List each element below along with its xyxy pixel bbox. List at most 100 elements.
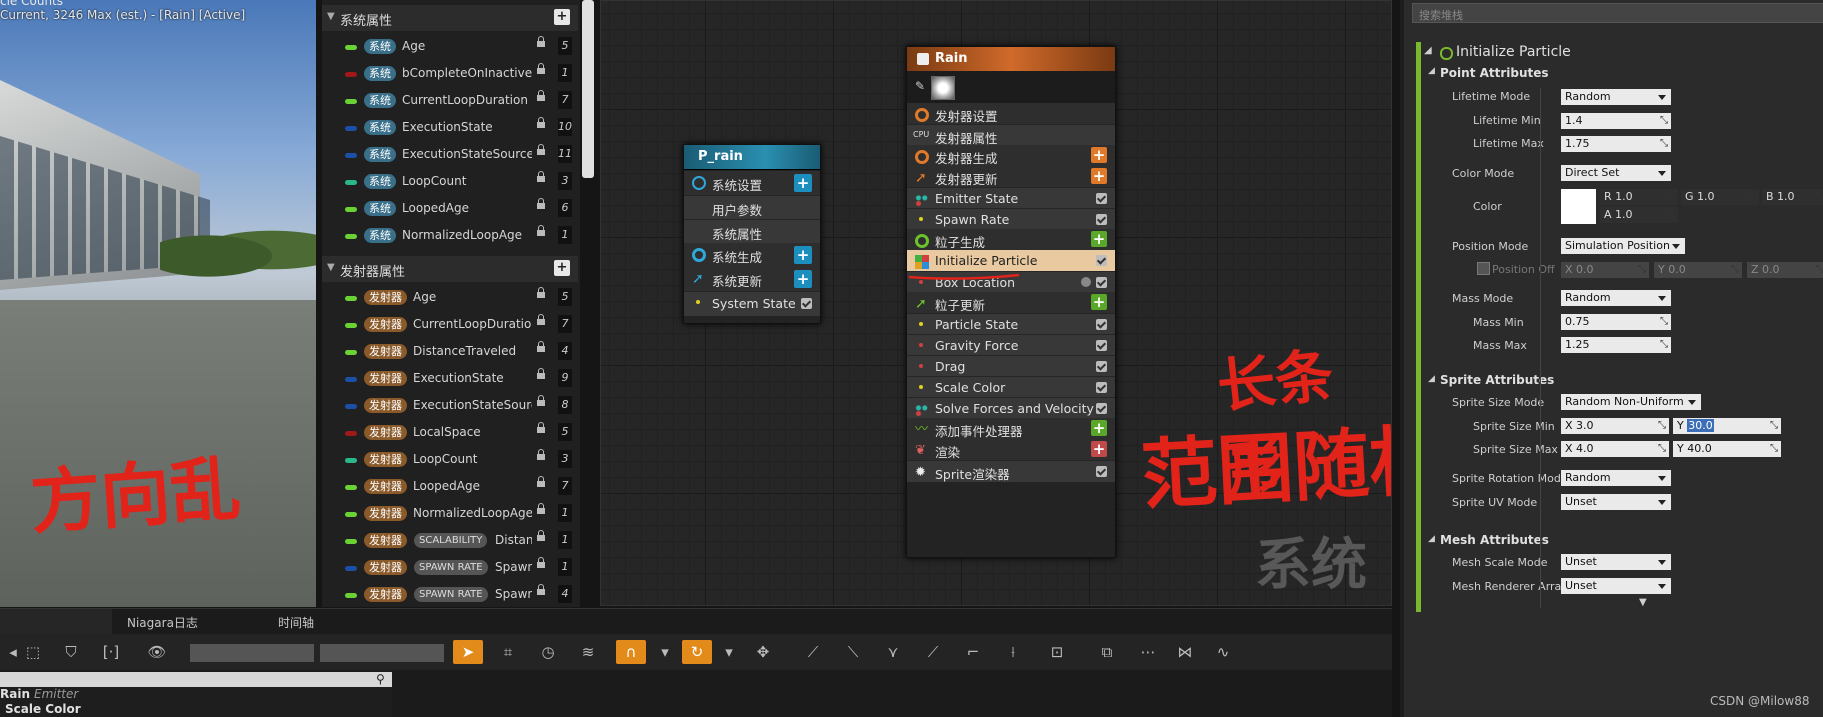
add-module-button[interactable]: + (794, 270, 812, 288)
tab-niagara-log[interactable]: Niagara日志 (127, 614, 198, 631)
emitter-node-row[interactable]: ➚ 发射器更新 + (907, 166, 1115, 187)
position-z-input[interactable]: Z 0.0 (1747, 262, 1823, 278)
color-r-input[interactable]: R 1.0 (1600, 189, 1678, 205)
parameter-row[interactable]: 发射器 ExecutionStateSource 8 (322, 393, 578, 419)
parameter-row[interactable]: 发射器 DistanceTraveled 4 (322, 339, 578, 365)
emitter-node-row[interactable]: 粒子生成 + (907, 229, 1115, 250)
color-g-input[interactable]: G 1.0 (1681, 189, 1759, 205)
emitter-node-row[interactable]: ➚ 粒子更新 + (907, 292, 1115, 313)
node-row-system-settings[interactable]: 系统设置 + (684, 171, 820, 195)
point-attributes-header[interactable]: Point Attributes (1440, 66, 1549, 80)
position-y-input[interactable]: Y 0.0 (1654, 262, 1742, 278)
time-field-end[interactable] (320, 644, 444, 662)
mesh-attributes-header[interactable]: Mesh Attributes (1440, 533, 1549, 547)
emitter-node-row[interactable]: CPU 发射器属性 (907, 124, 1115, 146)
parameter-row[interactable]: 系统 NormalizedLoopAge 1 (322, 223, 578, 249)
parameter-row[interactable]: 发射器 SPAWN RATE Spawn 4 (322, 582, 578, 607)
enable-checkbox[interactable] (1096, 382, 1107, 393)
collapse-arrow-icon[interactable]: ◢ (1428, 374, 1435, 384)
preview-viewport[interactable]: cle Counts Current, 3246 Max (est.) - [R… (0, 0, 316, 607)
node-row-system-update[interactable]: ➚ 系统更新 + (684, 267, 820, 291)
parameter-row[interactable]: 发射器 CurrentLoopDuration 7 (322, 312, 578, 338)
frame-all-icon[interactable]: ⌗ (495, 640, 521, 664)
emitter-node-row[interactable]: Particle State (907, 313, 1115, 335)
sprite-size-mode-select[interactable]: Random Non-Uniform (1561, 394, 1701, 410)
parameter-row[interactable]: 发射器 SPAWN RATE Spawn 1 (322, 555, 578, 581)
color-a-input[interactable]: A 1.0 (1600, 207, 1678, 223)
parameter-row[interactable]: 系统 ExecutionState 10 (322, 115, 578, 141)
search-icon[interactable]: ⚲ (376, 672, 385, 686)
emitter-node-row[interactable]: Gravity Force (907, 334, 1115, 356)
tangent-break-icon[interactable]: ⟋ (920, 640, 946, 664)
parameter-row[interactable]: 系统 LoopCount 3 (322, 169, 578, 195)
position-x-input[interactable]: X 0.0 (1561, 262, 1649, 278)
emitter-node-row[interactable]: ❦ 渲染 + (907, 439, 1115, 460)
parameter-row[interactable]: 系统 LoopedAge 6 (322, 196, 578, 222)
node-row-user-params[interactable]: 用户参数 (684, 195, 820, 220)
mass-mode-select[interactable]: Random (1561, 290, 1671, 306)
emitter-node-row[interactable]: Spawn Rate (907, 208, 1115, 230)
emitter-node-row[interactable]: 〰添加事件处理器 + (907, 418, 1115, 439)
add-module-button[interactable]: + (1091, 231, 1107, 247)
timeline-area[interactable] (392, 670, 1392, 717)
select-frame-icon[interactable]: ⬚ (20, 640, 46, 664)
lifetime-mode-select[interactable]: Random (1561, 89, 1671, 105)
node-row-system-spawn[interactable]: 系统生成 + (684, 243, 820, 267)
enable-checkbox[interactable] (1096, 403, 1107, 414)
system-node-title[interactable]: P_rain (684, 145, 820, 170)
parameter-row[interactable]: 发射器 NormalizedLoopAge 1 (322, 501, 578, 527)
position-mode-select[interactable]: Simulation Position (1561, 238, 1685, 254)
collapse-arrow-icon[interactable]: ▼ (327, 11, 335, 22)
parameter-row[interactable]: 发射器 ExecutionState 9 (322, 366, 578, 392)
stack-search-input[interactable]: 搜索堆栈 (1412, 3, 1823, 23)
color-swatch[interactable] (1561, 189, 1596, 224)
collapse-arrow-icon[interactable]: ◢ (1428, 534, 1435, 544)
add-module-button[interactable]: + (794, 174, 812, 192)
emitter-node-row[interactable]: ✹ Sprite渲染器 (907, 460, 1115, 482)
mass-min-input[interactable]: 0.75 (1561, 314, 1671, 330)
loop-icon[interactable]: ↻ (682, 640, 712, 664)
parameter-row[interactable]: 发射器 SCALABILITY Distan 1 (322, 528, 578, 554)
enable-checkbox[interactable] (1096, 340, 1107, 351)
eye-dropdown-icon[interactable]: 👁 (140, 640, 174, 664)
tangent-linear-icon[interactable]: ⌐ (960, 640, 986, 664)
add-module-button[interactable]: + (1091, 441, 1107, 457)
parameter-row[interactable]: 发射器 LocalSpace 5 (322, 420, 578, 446)
expand-more-icon[interactable]: ▼ (1639, 597, 1647, 608)
add-parameter-button[interactable]: + (554, 260, 570, 276)
emitter-node-row[interactable]: 发射器生成 + (907, 145, 1115, 166)
parameter-row[interactable]: 发射器 Age 5 (322, 285, 578, 311)
pin-icon[interactable]: ✎ (915, 79, 925, 93)
tab-active[interactable] (0, 609, 112, 635)
params-scrollbar[interactable] (582, 0, 594, 178)
position-offset-checkbox[interactable] (1477, 262, 1490, 275)
collapse-arrow-icon[interactable]: ◢ (1424, 45, 1432, 56)
tangent-user-icon[interactable]: ⋎ (880, 640, 906, 664)
add-module-button[interactable]: + (1091, 294, 1107, 310)
enable-checkbox[interactable] (1096, 255, 1107, 266)
lifetime-max-input[interactable]: 1.75 (1561, 136, 1671, 152)
system-node[interactable]: P_rain 系统设置 + 用户参数 系统属性 系统生成 + ➚ 系统更新 + … (683, 144, 821, 324)
time-field-start[interactable] (190, 644, 314, 662)
tangent-icon[interactable]: ⟋ (800, 640, 826, 664)
color-mode-select[interactable]: Direct Set (1561, 165, 1671, 181)
material-thumbnail[interactable] (931, 76, 955, 100)
node-row-system-state[interactable]: System State (684, 291, 820, 316)
collapse-arrow-icon[interactable]: ▼ (327, 262, 335, 273)
emitter-node-row[interactable]: Initialize Particle (907, 250, 1115, 271)
add-parameter-button[interactable]: + (554, 9, 570, 25)
sprite-size-max-y-input[interactable]: Y 40.0 (1673, 441, 1781, 457)
tab-timeline[interactable]: 时间轴 (278, 614, 314, 631)
emitter-node-row[interactable]: Scale Color (907, 376, 1115, 398)
parameter-row[interactable]: 系统 Age 5 (322, 34, 578, 60)
distribute-icon[interactable]: ⋯ (1135, 640, 1161, 664)
enable-checkbox[interactable] (1096, 466, 1107, 477)
time-snap-icon[interactable]: ◷ (535, 640, 561, 664)
parameter-row[interactable]: 系统 bCompleteOnInactive 1 (322, 61, 578, 87)
emitter-enable-checkbox[interactable] (917, 53, 929, 65)
enable-checkbox[interactable] (1096, 214, 1107, 225)
enable-checkbox[interactable] (1096, 361, 1107, 372)
emitter-attributes-header[interactable]: ▼ 发射器属性 + (322, 256, 578, 282)
select-cursor-icon[interactable]: ➤ (453, 640, 483, 664)
color-b-input[interactable]: B 1.0 (1762, 189, 1823, 205)
